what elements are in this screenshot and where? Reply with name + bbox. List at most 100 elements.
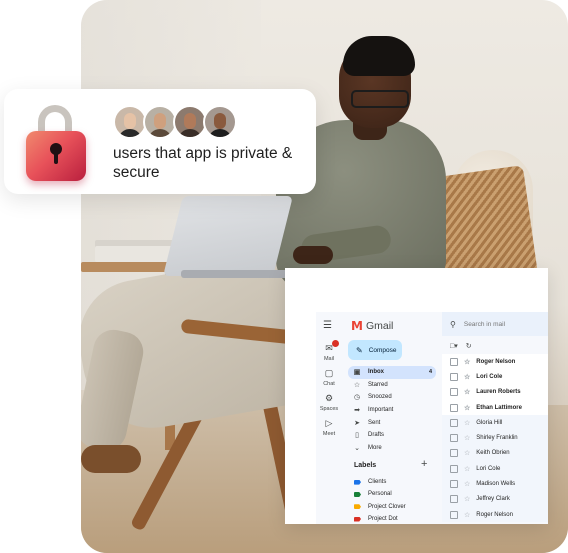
row-checkbox[interactable] bbox=[450, 372, 458, 381]
email-sender: Roger Nelson bbox=[476, 511, 513, 518]
star-icon[interactable]: ☆ bbox=[464, 465, 470, 473]
nav-label: Drafts bbox=[368, 432, 385, 439]
nav-snoozed[interactable]: ◷ Snoozed bbox=[348, 391, 436, 404]
email-row[interactable]: ☆ Gloria Hill bbox=[442, 415, 548, 431]
star-icon[interactable]: ☆ bbox=[464, 480, 470, 488]
nav-label: Starred bbox=[368, 381, 388, 388]
star-icon[interactable]: ☆ bbox=[464, 434, 470, 442]
compose-button[interactable]: ✎ Compose bbox=[348, 340, 402, 360]
email-row[interactable]: ☆ Lauren Roberts bbox=[442, 384, 548, 400]
add-label-icon[interactable]: + bbox=[421, 458, 427, 470]
send-icon: ➤ bbox=[354, 419, 360, 427]
nav-important[interactable]: ➡ Important bbox=[348, 404, 436, 417]
email-row[interactable]: ☆ Ethan Lattimore bbox=[442, 399, 548, 416]
avatar bbox=[173, 105, 207, 139]
logo-text: Gmail bbox=[365, 320, 394, 332]
refresh-icon[interactable]: ↻ bbox=[466, 342, 472, 350]
email-row[interactable]: ☆ Jeffrey Clark bbox=[442, 491, 548, 507]
email-sender: Lauren Roberts bbox=[476, 389, 521, 396]
row-checkbox[interactable] bbox=[450, 434, 458, 443]
menu-icon[interactable]: ☰ bbox=[323, 320, 332, 331]
email-sender: Jeffrey Clark bbox=[476, 496, 510, 503]
select-all-checkbox[interactable]: □▾ bbox=[450, 342, 458, 350]
email-row[interactable]: ☆ Lori Cole bbox=[442, 461, 548, 477]
star-icon: ☆ bbox=[353, 381, 361, 389]
person-foot bbox=[81, 445, 141, 473]
row-checkbox[interactable] bbox=[450, 480, 458, 489]
star-icon[interactable]: ☆ bbox=[464, 404, 470, 412]
unread-count: 4 bbox=[428, 369, 432, 376]
pencil-icon: ✎ bbox=[356, 345, 363, 355]
folder-nav: ▣ Inbox 4 ☆ Starred ◷ Snoozed ➡ Importan… bbox=[348, 366, 436, 454]
row-checkbox[interactable] bbox=[450, 464, 458, 473]
person-hair bbox=[343, 36, 415, 76]
rail-mail[interactable]: ✉ Mail bbox=[316, 340, 342, 362]
star-icon[interactable]: ☆ bbox=[464, 511, 470, 519]
label-clients[interactable]: Clients bbox=[354, 476, 406, 488]
row-checkbox[interactable] bbox=[450, 449, 458, 458]
email-row[interactable]: ☆ Madison Wells bbox=[442, 476, 548, 492]
lock-icon bbox=[26, 105, 86, 183]
star-icon[interactable]: ☆ bbox=[464, 495, 470, 503]
email-sender: Shirley Franklin bbox=[476, 435, 518, 442]
email-row[interactable]: ☆ Shirley Franklin bbox=[442, 430, 548, 446]
avatar bbox=[203, 105, 237, 139]
label-tag-icon bbox=[354, 504, 361, 510]
star-icon[interactable]: ☆ bbox=[464, 388, 470, 396]
label-tag-icon bbox=[354, 516, 361, 522]
label-project-dot[interactable]: Project Dot bbox=[354, 513, 406, 524]
list-toolbar: □▾ ↻ bbox=[442, 338, 548, 354]
email-sender: Keith Obrien bbox=[476, 450, 510, 457]
rail-label: Meet bbox=[322, 431, 336, 437]
email-row[interactable]: ☆ Roger Nelson bbox=[442, 506, 548, 523]
star-icon[interactable]: ☆ bbox=[464, 358, 470, 366]
search-bar[interactable]: ⚲ bbox=[442, 312, 548, 336]
chat-icon: ▢ bbox=[324, 368, 334, 378]
email-row[interactable]: ☆ Lori Cole bbox=[442, 369, 548, 385]
email-row[interactable]: ☆ Roger Nelson bbox=[442, 354, 548, 370]
avatar bbox=[113, 105, 147, 139]
row-checkbox[interactable] bbox=[450, 403, 458, 412]
nav-sent[interactable]: ➤ Sent bbox=[348, 416, 436, 429]
row-checkbox[interactable] bbox=[450, 357, 458, 366]
nav-label: Important bbox=[368, 407, 394, 414]
email-sender: Lori Cole bbox=[476, 373, 503, 380]
email-sender: Madison Wells bbox=[476, 481, 516, 488]
gmail-window: ✉ Mail ▢ Chat ⚙ Spaces ▷ Meet ☰ M Gmail … bbox=[285, 268, 548, 524]
email-sender: Ethan Lattimore bbox=[476, 404, 522, 411]
rail-meet[interactable]: ▷ Meet bbox=[316, 418, 342, 437]
rail-chat[interactable]: ▢ Chat bbox=[316, 368, 342, 387]
label-project-clover[interactable]: Project Clover bbox=[354, 501, 406, 513]
row-checkbox[interactable] bbox=[450, 510, 458, 519]
label-name: Personal bbox=[368, 491, 392, 498]
nav-label: More bbox=[368, 444, 382, 451]
chevron-down-icon: ⌄ bbox=[354, 444, 360, 452]
meet-icon: ▷ bbox=[325, 418, 333, 428]
nav-more[interactable]: ⌄ More bbox=[348, 442, 436, 455]
email-row[interactable]: ☆ Keith Obrien bbox=[442, 445, 548, 462]
rail-spaces[interactable]: ⚙ Spaces bbox=[316, 393, 342, 412]
gmail-m-icon: M bbox=[351, 319, 363, 333]
nav-starred[interactable]: ☆ Starred bbox=[348, 379, 436, 392]
nav-drafts[interactable]: ▯ Drafts bbox=[348, 429, 436, 442]
label-name: Clients bbox=[368, 479, 387, 486]
unread-badge bbox=[331, 340, 339, 347]
laptop bbox=[163, 196, 293, 276]
nav-inbox[interactable]: ▣ Inbox 4 bbox=[348, 366, 436, 379]
star-icon[interactable]: ☆ bbox=[464, 449, 470, 457]
gmail-logo[interactable]: M Gmail bbox=[351, 319, 393, 333]
star-icon[interactable]: ☆ bbox=[464, 373, 470, 381]
person-hand bbox=[293, 246, 333, 264]
row-checkbox[interactable] bbox=[450, 388, 458, 397]
label-personal[interactable]: Personal bbox=[354, 488, 406, 500]
star-icon[interactable]: ☆ bbox=[464, 419, 470, 427]
search-icon[interactable]: ⚲ bbox=[450, 320, 456, 329]
label-tag-icon bbox=[354, 479, 361, 485]
email-sender: Gloria Hill bbox=[476, 419, 503, 426]
email-sender: Lori Cole bbox=[476, 465, 501, 472]
glasses bbox=[351, 90, 409, 108]
row-checkbox[interactable] bbox=[450, 495, 458, 504]
row-checkbox[interactable] bbox=[450, 418, 458, 427]
avatar-group bbox=[113, 105, 237, 139]
search-input[interactable] bbox=[461, 319, 536, 329]
